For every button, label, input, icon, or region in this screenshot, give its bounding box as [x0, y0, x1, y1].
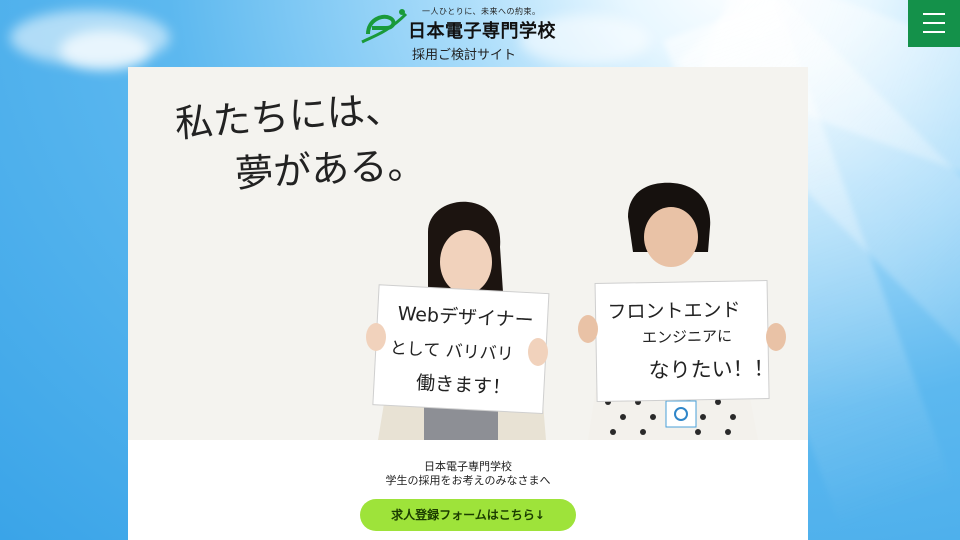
menu-button[interactable] [908, 0, 960, 47]
intro-text: 日本電子専門学校 学生の採用をお考えのみなさまへ [128, 460, 808, 488]
intro-line2: 学生の採用をお考えのみなさまへ [385, 474, 551, 487]
school-logo[interactable]: 一人ひとりに、未来への約束。 日本電子専門学校 採用ご検討サイト [360, 4, 590, 63]
sign-right: フロントエンド エンジニアに なりたい！！ [594, 280, 775, 403]
sign-right-line3: なりたい！！ [648, 356, 774, 382]
sign-right-line2: エンジニアに [642, 327, 732, 347]
sign-left: Webデザイナー として バリバリ 働きます！ [372, 284, 550, 415]
tagline: 一人ひとりに、未来への約束。 [422, 7, 541, 16]
job-registration-button[interactable]: 求人登録フォームはこちら↓ [360, 499, 576, 531]
hero-photo: 私たちには、 夢がある。 Webデザイナー として バリバリ 働きます！ フロン… [128, 67, 808, 440]
site-subtitle: 採用ご検討サイト [412, 48, 517, 63]
sign-right-line1: フロントエンド [607, 299, 740, 323]
logo-mark-icon [361, 9, 408, 44]
intro-line1: 日本電子専門学校 [424, 460, 512, 473]
school-name: 日本電子専門学校 [408, 21, 556, 42]
main-card: 私たちには、 夢がある。 Webデザイナー として バリバリ 働きます！ フロン… [128, 67, 808, 540]
